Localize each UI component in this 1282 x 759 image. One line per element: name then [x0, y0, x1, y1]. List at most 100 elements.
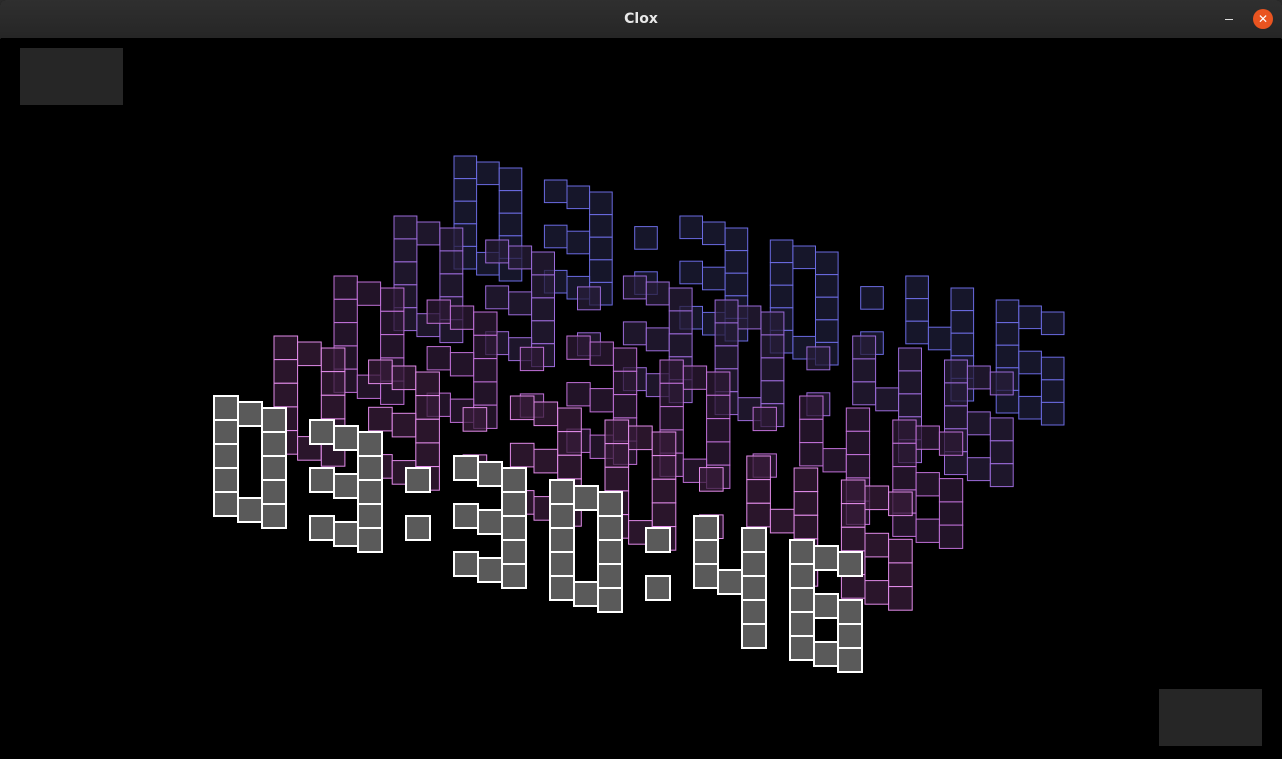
voxel-cell — [380, 287, 405, 312]
voxel-cell — [840, 503, 866, 528]
voxel-cell — [261, 431, 287, 457]
voxel-cell — [915, 425, 940, 450]
voxel-cell — [651, 478, 677, 504]
voxel-cell — [597, 539, 623, 565]
voxel-cell — [938, 524, 964, 549]
voxel-cell — [724, 272, 749, 297]
voxel-cell — [297, 341, 322, 367]
voxel-cell — [717, 569, 743, 595]
voxel-cell — [668, 333, 693, 358]
voxel-cell — [628, 425, 653, 451]
voxel-cell — [875, 387, 900, 412]
voxel-cell — [549, 551, 575, 577]
voxel-cell — [357, 455, 383, 481]
voxel-cell — [927, 326, 952, 351]
voxel-cell — [509, 442, 535, 468]
voxel-cell — [357, 527, 383, 553]
voxel-cell — [531, 251, 555, 276]
close-icon[interactable]: ✕ — [1253, 9, 1273, 29]
voxel-cell — [357, 503, 383, 529]
voxel-cell — [213, 443, 239, 469]
voxel-cell — [852, 381, 877, 406]
voxel-cell — [439, 273, 464, 298]
voxel-cell — [213, 419, 239, 445]
voxel-cell — [905, 275, 929, 300]
voxel-cell — [577, 286, 601, 311]
voxel-cell — [837, 623, 863, 649]
voxel-cell — [501, 539, 527, 565]
voxel-cell — [622, 275, 647, 300]
voxel-cell — [622, 321, 647, 346]
voxel-cell — [905, 298, 929, 322]
voxel-cell — [679, 260, 704, 285]
voxel-cell — [938, 431, 964, 456]
voxel-cell — [476, 161, 500, 186]
voxel-cell — [261, 503, 287, 529]
voxel-cell — [760, 311, 785, 336]
minimize-icon[interactable] — [1219, 9, 1239, 29]
voxel-cell — [845, 454, 871, 479]
title-bar[interactable]: Clox ✕ — [0, 0, 1282, 39]
voxel-cell — [309, 419, 335, 445]
voxel-cell — [1040, 356, 1065, 381]
voxel-cell — [706, 418, 731, 443]
voxel-cell — [1018, 305, 1042, 330]
voxel-cell — [213, 395, 239, 421]
voxel-cell — [557, 454, 582, 480]
voxel-cell — [391, 365, 417, 391]
voxel-cell — [746, 502, 771, 528]
voxel-cell — [815, 274, 839, 298]
voxel-cell — [309, 515, 335, 541]
voxel-cell — [237, 401, 263, 427]
voxel-cell — [995, 322, 1020, 346]
voxel-cell — [597, 563, 623, 589]
voxel-cell — [557, 431, 582, 456]
voxel-cell — [261, 479, 287, 505]
voxel-cell — [915, 518, 940, 543]
voxel-cell — [699, 467, 724, 492]
app-window: Clox ✕ — [0, 0, 1282, 759]
voxel-cell — [837, 599, 863, 625]
voxel-cell — [501, 515, 527, 541]
voxel-cell — [651, 431, 677, 457]
voxel-cell — [789, 563, 815, 589]
voxel-cell — [333, 322, 358, 347]
voxel-cell — [651, 502, 677, 527]
voxel-cell — [533, 401, 559, 427]
voxel-cell — [989, 463, 1014, 488]
voxel-cell — [273, 335, 299, 361]
voxel-cell — [634, 226, 658, 250]
voxel-cell — [213, 467, 239, 493]
voxel-cell — [864, 532, 890, 558]
voxel-cell — [405, 515, 431, 541]
voxel-cell — [944, 405, 968, 430]
voxel-cell — [888, 562, 913, 588]
voxel-cell — [566, 335, 591, 360]
voxel-cell — [453, 455, 479, 481]
top-left-overlay-panel — [20, 48, 123, 105]
voxel-cell — [589, 259, 613, 283]
voxel-cell — [380, 334, 405, 359]
voxel-cell — [746, 455, 771, 481]
voxel-cell — [1018, 350, 1042, 375]
voxel-cell — [898, 347, 922, 372]
voxel-cell — [462, 407, 488, 432]
voxel-cell — [357, 431, 383, 457]
voxel-cell — [573, 485, 599, 511]
voxel-cell — [737, 305, 762, 330]
voxel-cell — [760, 357, 785, 382]
voxel-cell — [519, 346, 545, 372]
voxel-cell — [659, 406, 684, 431]
voxel-cell — [792, 245, 817, 270]
voxel-cell — [589, 191, 613, 216]
voxel-cell — [813, 641, 839, 667]
voxel-cell — [549, 503, 575, 529]
voxel-cell — [498, 190, 523, 214]
voxel-cell — [531, 320, 555, 345]
voxel-cell — [543, 224, 568, 249]
voxel-cell — [566, 230, 591, 255]
voxel-cell — [898, 370, 922, 395]
voxel-cell — [845, 407, 871, 432]
voxel-cell — [989, 371, 1014, 396]
voxel-cell — [549, 527, 575, 553]
